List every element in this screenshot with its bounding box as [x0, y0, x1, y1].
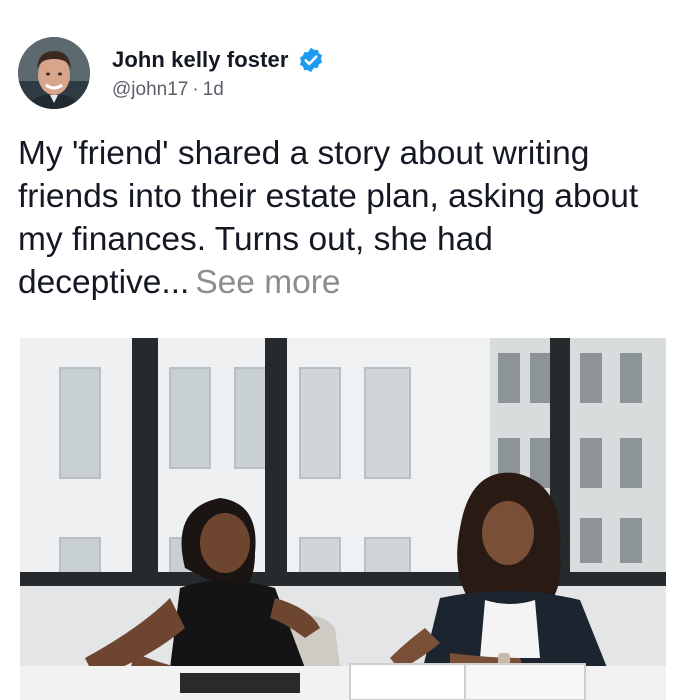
- photo-two-women-meeting: [20, 338, 666, 700]
- author-name[interactable]: John kelly foster: [112, 47, 289, 73]
- meta-separator: ·: [192, 79, 199, 100]
- post-timestamp[interactable]: 1d: [203, 79, 224, 100]
- author-info: John kelly foster @john17 · 1d: [112, 45, 325, 101]
- post-meta: @john17 · 1d: [112, 79, 325, 101]
- post-photo[interactable]: [20, 338, 666, 700]
- post-card: John kelly foster @john17 · 1d My 'friend'…: [0, 0, 700, 700]
- verified-badge-icon: [297, 46, 325, 74]
- post-text: My 'friend' shared a story about writing…: [18, 132, 688, 304]
- author-name-row: John kelly foster: [112, 45, 325, 75]
- post-header: John kelly foster @john17 · 1d: [18, 37, 325, 109]
- author-avatar[interactable]: [18, 37, 90, 109]
- see-more-link[interactable]: See more: [195, 264, 340, 301]
- author-handle[interactable]: @john17: [112, 79, 188, 100]
